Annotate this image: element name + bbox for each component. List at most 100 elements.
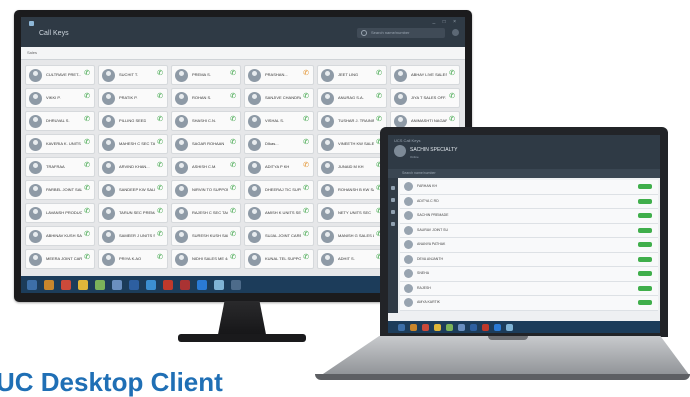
contact-card[interactable]: SHASHI C.N. ✆: [171, 111, 241, 131]
contact-card[interactable]: DHEERAJ TIC SUPPORT✆: [244, 180, 314, 200]
contact-card[interactable]: VIKKI P. ✆: [25, 88, 95, 108]
phone-icon[interactable]: ✆: [157, 208, 163, 215]
phone-icon[interactable]: ✆: [303, 139, 309, 146]
desktop-search-input[interactable]: Search name/number: [357, 28, 445, 38]
phone-icon[interactable]: ✆: [230, 70, 236, 77]
phone-icon[interactable]: ✆: [303, 162, 309, 169]
phone-icon[interactable]: ✆: [84, 231, 90, 238]
taskbar-app-icon[interactable]: [398, 323, 405, 331]
tab-sales[interactable]: Sales: [27, 50, 37, 55]
list-item[interactable]: RAJESH: [400, 281, 658, 296]
phone-icon[interactable]: ✆: [303, 208, 309, 215]
contact-card[interactable]: ROHAN S. ✆: [171, 88, 241, 108]
phone-icon[interactable]: ✆: [449, 70, 455, 77]
phone-icon[interactable]: ✆: [303, 231, 309, 238]
phone-icon[interactable]: ✆: [84, 185, 90, 192]
phone-icon[interactable]: ✆: [303, 93, 309, 100]
contact-card[interactable]: PREMA S. ✆: [171, 65, 241, 85]
contact-card[interactable]: PILLING SEED ✆: [98, 111, 168, 131]
contact-card[interactable]: SANJIVE CHANDRAN✆: [244, 88, 314, 108]
contact-card[interactable]: PRASHAN... ✆: [244, 65, 314, 85]
phone-icon[interactable]: ✆: [230, 162, 236, 169]
phone-icon[interactable]: ✆: [230, 231, 236, 238]
sidebar-calls-icon[interactable]: [391, 198, 395, 202]
taskbar-app-icon[interactable]: [446, 323, 453, 331]
contact-card[interactable]: NETY UNITS SEC✆: [317, 203, 387, 223]
list-item[interactable]: AMYA KARTIK: [400, 296, 658, 311]
phone-icon[interactable]: ✆: [376, 116, 382, 123]
phone-icon[interactable]: ✆: [157, 185, 163, 192]
contact-card[interactable]: JIYA T SALES OFF. ✆: [390, 88, 460, 108]
contact-card[interactable]: ADHIT S.✆: [317, 249, 387, 269]
phone-icon[interactable]: ✆: [157, 93, 163, 100]
phone-icon[interactable]: ✆: [157, 116, 163, 123]
contact-card[interactable]: MEERA JOINT CARE ✆: [25, 249, 95, 269]
contact-card[interactable]: DHRUVAL S. ✆: [25, 111, 95, 131]
phone-icon[interactable]: ✆: [157, 162, 163, 169]
contact-card[interactable]: ASHISH C.M. ✆: [171, 157, 241, 177]
contact-card[interactable]: PRIYA K.AO ✆: [98, 249, 168, 269]
phone-icon[interactable]: ✆: [84, 162, 90, 169]
phone-icon[interactable]: ✆: [84, 116, 90, 123]
call-button[interactable]: [638, 285, 652, 291]
call-button[interactable]: [638, 184, 652, 189]
taskbar-app-icon[interactable]: [458, 323, 465, 331]
phone-icon[interactable]: ✆: [303, 116, 309, 123]
contact-card[interactable]: SAGAR ROHAAN ✆: [171, 134, 241, 154]
phone-icon[interactable]: ✆: [376, 93, 382, 100]
list-item[interactable]: DEVA ANJANTH: [400, 252, 658, 267]
phone-icon[interactable]: ✆: [303, 70, 309, 77]
list-item[interactable]: ANANYA PATHAK: [400, 238, 658, 253]
sidebar-chat-icon[interactable]: [391, 210, 395, 214]
phone-icon[interactable]: ✆: [157, 231, 163, 238]
list-item[interactable]: FARHAN KH: [400, 180, 658, 195]
phone-icon[interactable]: ✆: [230, 116, 236, 123]
taskbar-app-icon[interactable]: [482, 323, 489, 331]
taskbar-app-icon[interactable]: [410, 323, 417, 331]
list-item[interactable]: ADITYA C RD: [400, 194, 658, 209]
contact-card[interactable]: PRATIK P. ✆: [98, 88, 168, 108]
taskbar-app-icon[interactable]: [494, 323, 501, 331]
taskbar-app-icon[interactable]: [27, 279, 37, 290]
phone-icon[interactable]: ✆: [84, 93, 90, 100]
sidebar-settings-icon[interactable]: [391, 222, 395, 226]
phone-icon[interactable]: ✆: [84, 70, 90, 77]
taskbar-app-icon[interactable]: [129, 279, 139, 290]
contact-card[interactable]: PARBEL JOINT SALES✆: [25, 180, 95, 200]
contact-card[interactable]: VISHAL S. ✆: [244, 111, 314, 131]
taskbar-app-icon[interactable]: [146, 279, 156, 290]
contact-card[interactable]: DIkas... ✆: [244, 134, 314, 154]
taskbar-app-icon[interactable]: [506, 323, 513, 331]
contact-card[interactable]: ROHANSH B KW SALES✆: [317, 180, 387, 200]
phone-icon[interactable]: ✆: [303, 185, 309, 192]
taskbar-app-icon[interactable]: [197, 279, 207, 290]
phone-icon[interactable]: ✆: [157, 254, 163, 261]
contact-card[interactable]: NIRVIN TO SUPPORT✆: [171, 180, 241, 200]
contact-card[interactable]: AMISH K UNITS SEC ✆: [244, 203, 314, 223]
contact-card[interactable]: KUNAL TEL SUPPORT✆: [244, 249, 314, 269]
contact-card[interactable]: JUNAID M KH✆: [317, 157, 387, 177]
contact-card[interactable]: VINEETH KW SALES✆: [317, 134, 387, 154]
taskbar-app-icon[interactable]: [231, 279, 241, 290]
contact-card[interactable]: SUCHIT T. ✆: [98, 65, 168, 85]
taskbar-app-icon[interactable]: [422, 323, 429, 331]
contact-card[interactable]: TUSHAR J. TRAINING✆: [317, 111, 387, 131]
phone-icon[interactable]: ✆: [230, 254, 236, 261]
taskbar-app-icon[interactable]: [61, 279, 71, 290]
contact-card[interactable]: TRAFRAA ✆: [25, 157, 95, 177]
taskbar-app-icon[interactable]: [78, 279, 88, 290]
call-button[interactable]: [638, 256, 652, 262]
call-button[interactable]: [638, 271, 652, 276]
contact-card[interactable]: CULTRAVE PRET... ✆: [25, 65, 95, 85]
taskbar-app-icon[interactable]: [180, 279, 190, 290]
taskbar-app-icon[interactable]: [112, 279, 122, 290]
phone-icon[interactable]: ✆: [449, 93, 455, 100]
window-controls[interactable]: _ □ ×: [433, 19, 460, 25]
contact-card[interactable]: NIDHI SALES ME 4409✆: [171, 249, 241, 269]
contact-card[interactable]: SAMEER J UNITS SEC✆: [98, 226, 168, 246]
contact-card[interactable]: SUJAL JOINT CARE ✆: [244, 226, 314, 246]
laptop-search-input[interactable]: Search name/number: [388, 169, 660, 178]
contact-card[interactable]: LAVANSH PRODUCT ✆: [25, 203, 95, 223]
phone-icon[interactable]: ✆: [230, 208, 236, 215]
contact-card[interactable]: ABHINAV KUSH SALES✆: [25, 226, 95, 246]
